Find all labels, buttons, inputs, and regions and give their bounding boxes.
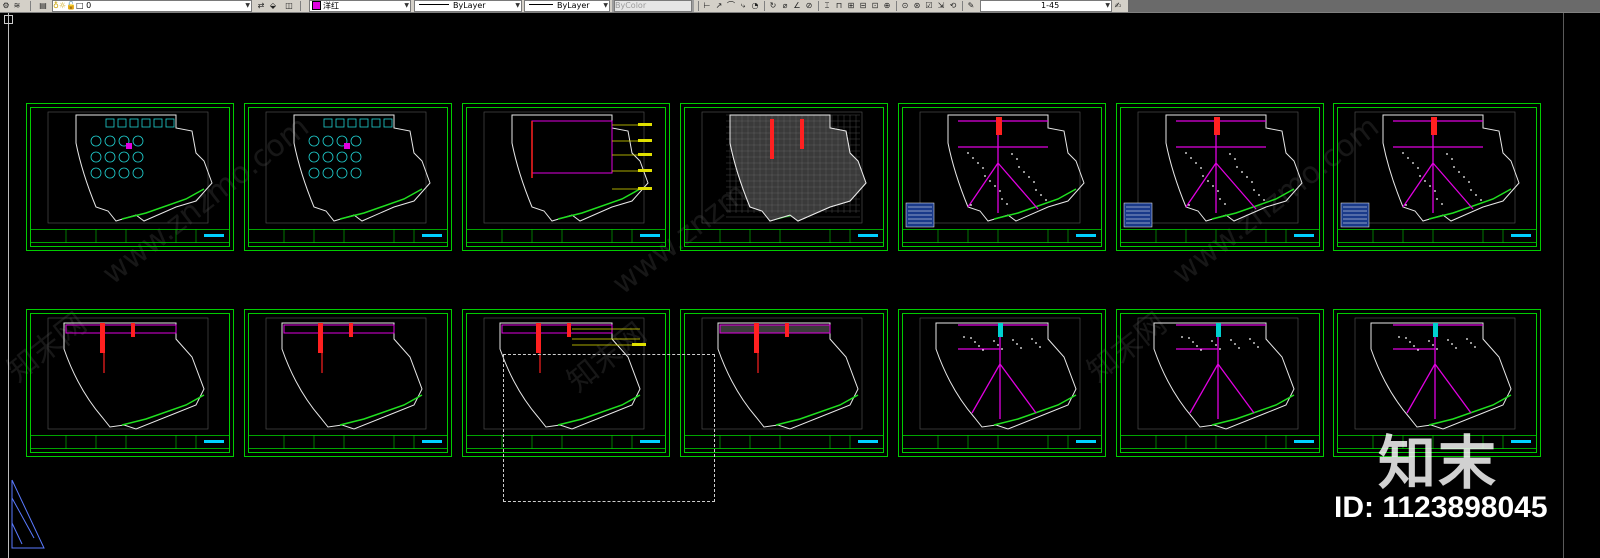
toolbar-separator (896, 1, 897, 11)
ucs-icon (11, 479, 45, 549)
quick-dim-icon[interactable]: ⊘ (804, 1, 814, 10)
chevron-down-icon: ▼ (515, 2, 520, 9)
chevron-down-icon: ▼ (404, 2, 409, 9)
dim-break-icon[interactable]: ⊟ (858, 1, 868, 10)
color-dropdown[interactable]: 洋红 ▼ (309, 0, 411, 12)
electrical-plan-2-sheet[interactable] (1116, 309, 1324, 457)
toolbar-separator (764, 1, 765, 11)
color-box-icon: □ (76, 1, 84, 10)
chevron-down-icon: ▼ (1105, 2, 1110, 9)
watermark-logo: 知末 (1378, 429, 1499, 497)
layer-match-icon[interactable]: ⬙ (268, 1, 278, 10)
sun-icon: ☼ (58, 1, 67, 10)
wall-plan-2-sheet[interactable] (244, 309, 452, 457)
toolbar-separator (818, 1, 819, 11)
toolbar-separator (300, 1, 301, 11)
chevron-down-icon: ▼ (245, 2, 250, 9)
dim-aligned-icon[interactable]: ↗ (714, 1, 724, 10)
dimension-plan-sheet[interactable] (462, 103, 670, 251)
lineweight-preview (529, 4, 553, 5)
selection-window (503, 354, 715, 502)
electrical-plan-1-sheet[interactable] (898, 309, 1106, 457)
ceiling-plan-3-sheet[interactable] (1333, 103, 1541, 251)
layer-iso-icon[interactable]: ◫ (284, 1, 294, 10)
cad-toolbar: ⚙ ≋ ▤ ♁☼🔓□ 0 ▼ ⇄ ⬙ ◫ 洋红 ▼ ByLayer ▼ ByLa… (0, 0, 1600, 13)
color-value: 洋红 (323, 1, 339, 11)
dim-angular-icon[interactable]: ∠ (792, 1, 802, 10)
jogged-linear-icon[interactable]: ⊛ (912, 1, 922, 10)
dimstyle-value: 1-45 (1041, 1, 1060, 10)
watermark-id: ID: 1123898045 (1334, 491, 1548, 524)
viewport-border-left (8, 13, 9, 558)
layer-properties-icon[interactable]: ⚙ (1, 1, 11, 10)
layer-value: 0 (86, 1, 92, 10)
dim-style-manager-icon[interactable]: ✍ (1113, 1, 1123, 10)
dim-ordinate-icon[interactable]: ⤷ (738, 1, 748, 10)
dim-baseline-icon[interactable]: ⌶ (822, 1, 832, 10)
linetype-value: ByLayer (453, 1, 486, 10)
lock-icon: 🔓 (66, 1, 76, 10)
pickbox-icon (4, 15, 13, 24)
linetype-dropdown[interactable]: ByLayer ▼ (414, 0, 522, 12)
ceiling-plan-2-sheet[interactable] (1116, 103, 1324, 251)
dim-text-edit-icon[interactable]: ⇲ (936, 1, 946, 10)
make-current-icon[interactable]: ▤ (38, 1, 48, 10)
drawing-canvas[interactable]: www.znzmo.com www.znzmo.com www.znzmo.co… (0, 13, 1600, 558)
center-mark-icon[interactable]: ⊕ (882, 1, 892, 10)
dim-style-icon[interactable]: ✎ (966, 1, 976, 10)
dim-diameter-icon[interactable]: ⌀ (780, 1, 790, 10)
layer-states-icon[interactable]: ≋ (12, 1, 22, 10)
dim-update-icon[interactable]: ⟲ (948, 1, 958, 10)
layer-previous-icon[interactable]: ⇄ (256, 1, 266, 10)
toolbar-separator (698, 1, 699, 11)
lineweight-dropdown[interactable]: ByLayer ▼ (524, 0, 610, 12)
plotstyle-value: ByColor (615, 1, 647, 10)
lineweight-value: ByLayer (557, 1, 590, 10)
furniture-plan-2-sheet[interactable] (244, 103, 452, 251)
ceiling-plan-1-sheet[interactable] (898, 103, 1106, 251)
furniture-plan-1-sheet[interactable] (26, 103, 234, 251)
floor-tile-plan-sheet[interactable] (680, 103, 888, 251)
dimstyle-dropdown[interactable]: 1-45 ▼ (980, 0, 1112, 12)
dim-linear-icon[interactable]: ⊢ (702, 1, 712, 10)
toolbar-empty-area (1128, 0, 1600, 12)
chevron-down-icon: ▼ (603, 2, 608, 9)
linetype-preview (419, 4, 449, 5)
dim-space-icon[interactable]: ⊞ (846, 1, 856, 10)
tolerance-icon[interactable]: ⊡ (870, 1, 880, 10)
dim-radius-icon[interactable]: ◔ (750, 1, 760, 10)
dim-arc-icon[interactable]: ⌒ (726, 1, 736, 10)
toolbar-separator (30, 1, 31, 11)
viewport-border-right (1563, 13, 1564, 558)
dim-edit-icon[interactable]: ☑ (924, 1, 934, 10)
color-swatch (312, 1, 321, 10)
inspect-icon[interactable]: ⊙ (900, 1, 910, 10)
plotstyle-dropdown[interactable]: ByColor (614, 0, 692, 12)
toolbar-separator (962, 1, 963, 11)
wall-plan-1-sheet[interactable] (26, 309, 234, 457)
dim-jogged-icon[interactable]: ↻ (768, 1, 778, 10)
layer-dropdown[interactable]: ♁☼🔓□ 0 ▼ (52, 0, 252, 12)
dim-continue-icon[interactable]: ⊓ (834, 1, 844, 10)
